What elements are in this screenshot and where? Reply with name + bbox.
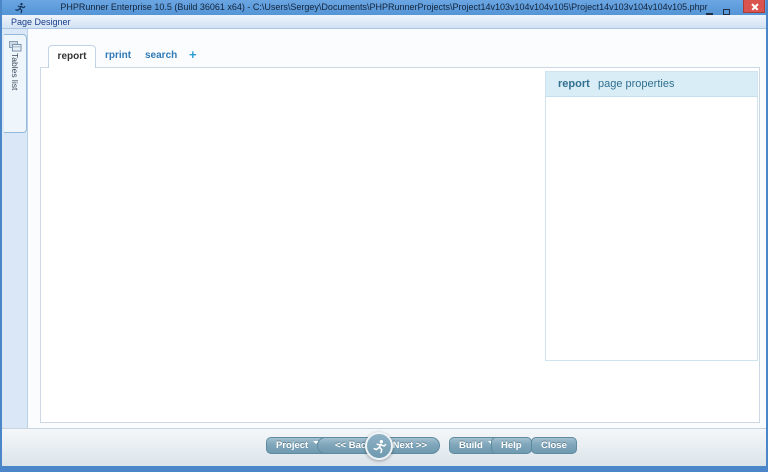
close-window-button[interactable]: Close (531, 437, 577, 454)
next-button[interactable]: Next >> (393, 440, 427, 451)
tab-search[interactable]: search (145, 50, 177, 61)
app-window: PHPRunner Enterprise 10.5 (Build 36061 x… (0, 0, 768, 472)
menu-item-page-designer[interactable]: Page Designer (11, 17, 71, 27)
help-label: Help (501, 440, 522, 451)
build-label: Build (459, 440, 483, 451)
properties-header-text: page properties (598, 78, 674, 90)
tables-list-label: Tables list (10, 53, 20, 90)
close-button[interactable] (743, 0, 765, 13)
menubar: Page Designer (2, 15, 766, 29)
add-page-tab[interactable]: + (189, 47, 197, 62)
help-button[interactable]: Help (491, 437, 532, 454)
tab-rprint[interactable]: rprint (105, 50, 131, 61)
minimize-button[interactable] (702, 2, 716, 13)
runner-icon (372, 439, 387, 454)
titlebar: PHPRunner Enterprise 10.5 (Build 36061 x… (0, 0, 768, 15)
properties-header: report page properties (546, 72, 757, 97)
project-label: Project (276, 440, 308, 451)
page-properties-panel: report page properties (545, 71, 758, 361)
tables-list-tab[interactable]: Tables list (4, 34, 27, 133)
maximize-button[interactable] (719, 2, 733, 13)
properties-page-name: report (558, 78, 590, 90)
window-title: PHPRunner Enterprise 10.5 (Build 36061 x… (0, 2, 768, 12)
close-label: Close (541, 440, 567, 451)
run-button[interactable] (365, 432, 393, 460)
tab-report-label: report (58, 51, 87, 62)
tab-report[interactable]: report (48, 45, 96, 68)
